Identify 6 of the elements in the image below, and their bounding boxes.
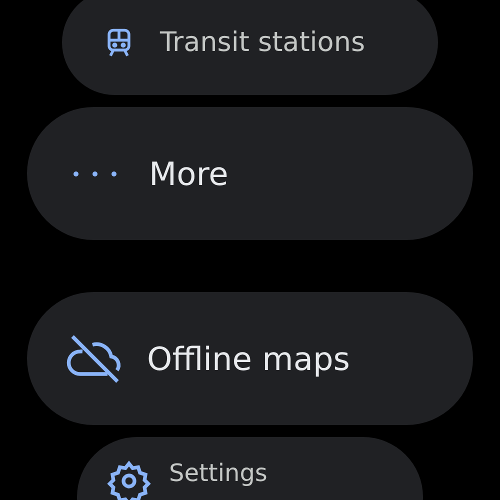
- more-icon: [71, 168, 119, 178]
- menu-item[interactable]: More: [27, 107, 473, 240]
- settings-icon: [107, 459, 151, 500]
- menu-item[interactable]: Transit stations: [62, 0, 438, 95]
- menu-item[interactable]: Settings: [77, 437, 423, 500]
- menu-item[interactable]: Offline maps: [27, 292, 473, 425]
